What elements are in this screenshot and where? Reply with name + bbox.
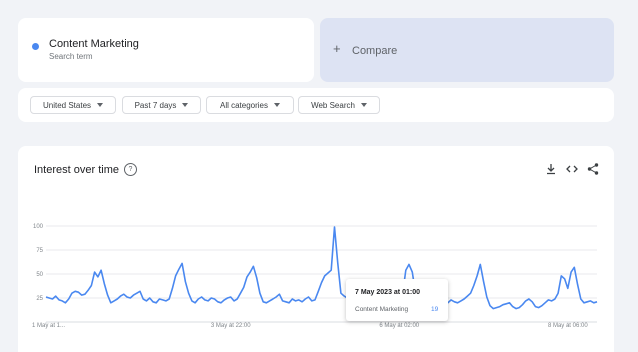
tooltip-term: Content Marketing [355, 306, 409, 313]
x-tick-label: 8 May at 06:00 [548, 323, 588, 329]
y-tick-label: 25 [36, 296, 43, 302]
y-tick-label: 50 [36, 272, 43, 278]
x-tick-label: 1 May at 1... [32, 323, 65, 329]
y-tick-label: 100 [33, 224, 44, 230]
tooltip-date: 7 May 2023 at 01:00 [355, 289, 420, 296]
x-tick-label: 3 May at 22:00 [211, 323, 251, 329]
interest-line-chart: 100 75 50 25 1 May at 1... 3 May at 22:00 6 Ma… [32, 224, 598, 329]
hover-tooltip: 7 May 2023 at 01:00 Content Marketing 19 [346, 279, 448, 321]
x-tick-label: 6 May at 02:00 [379, 323, 419, 329]
series-line-content-marketing[interactable] [45, 226, 598, 310]
tooltip-value: 19 [431, 306, 439, 313]
y-tick-label: 75 [36, 248, 43, 254]
